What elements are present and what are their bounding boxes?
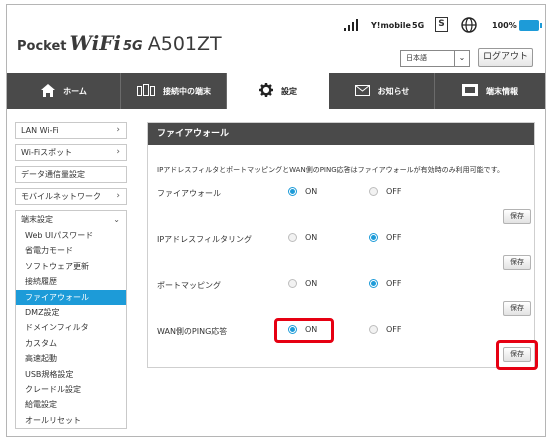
page-title: ファイアウォール xyxy=(148,123,534,145)
radio-label: OFF xyxy=(386,187,402,196)
battery-icon xyxy=(519,20,542,31)
wan-ping-off-radio[interactable]: OFF xyxy=(369,325,402,334)
sidebar-group-device-settings: 端末設定 ⌄ Web UIパスワード 省電力モード ソフトウェア更新 接続履歴 … xyxy=(15,210,127,430)
header: Pocket WiFi 5G A501ZT Y!mobile 5G S 100% xyxy=(7,5,545,73)
sidebar-item-dmz[interactable]: DMZ設定 xyxy=(16,305,126,320)
tab-notifications[interactable]: お知らせ xyxy=(329,73,435,109)
tab-settings-label: 設定 xyxy=(281,86,297,96)
port-mapping-label: ポートマッピング xyxy=(157,281,221,290)
ip-filter-off-radio[interactable]: OFF xyxy=(369,233,402,242)
sidebar-item-fast-boot[interactable]: 高速起動 xyxy=(16,351,126,366)
sim-icon: S xyxy=(435,17,448,32)
radio-label: ON xyxy=(305,233,318,242)
tab-connected-devices[interactable]: 接続中の端末 xyxy=(121,73,227,109)
chevron-right-icon: › xyxy=(116,125,120,135)
sidebar-item-cradle[interactable]: クレードル設定 xyxy=(16,382,126,397)
mail-icon xyxy=(354,84,370,98)
logout-button[interactable]: ログアウト xyxy=(478,48,533,67)
radio-label: ON xyxy=(305,187,318,196)
wan-ping-label: WAN側のPING応答 xyxy=(157,327,228,336)
tab-settings[interactable]: 設定 xyxy=(227,73,329,109)
port-mapping-save-button[interactable]: 保存 xyxy=(503,301,531,316)
chevron-right-icon: › xyxy=(116,147,120,157)
sidebar-item-custom[interactable]: カスタム xyxy=(16,336,126,351)
sidebar-item-wifi-spot[interactable]: Wi-Fiスポット › xyxy=(15,144,127,161)
language-value: 日本語 xyxy=(406,54,427,62)
firewall-description: IPアドレスフィルタとポートマッピングとWAN側のPING応答はファイアウォール… xyxy=(157,166,504,174)
chevron-down-icon: ⌄ xyxy=(454,51,469,66)
radio-button xyxy=(288,233,297,242)
logo-5g: 5G xyxy=(123,39,143,54)
sidebar-item-label: モバイルネットワーク xyxy=(21,192,101,201)
battery-percent: 100% xyxy=(492,20,517,30)
logo-wifi: WiFi xyxy=(69,31,122,55)
tab-home[interactable]: ホーム xyxy=(7,73,121,109)
device-info-icon xyxy=(462,84,478,98)
firewall-panel: ファイアウォール IPアドレスフィルタとポートマッピングとWAN側のPING応答… xyxy=(147,122,538,370)
port-mapping-off-radio[interactable]: OFF xyxy=(369,279,402,288)
highlight-save-button xyxy=(496,340,538,370)
firewall-label: ファイアウォール xyxy=(157,189,221,198)
sidebar-item-label: データ通信量設定 xyxy=(21,170,85,179)
ip-filter-save-button[interactable]: 保存 xyxy=(503,255,531,270)
sidebar-item-lan-wifi[interactable]: LAN Wi-Fi › xyxy=(15,122,127,139)
tab-home-label: ホーム xyxy=(63,86,87,96)
tab-notifications-label: お知らせ xyxy=(377,86,410,96)
sidebar-item-webui-password[interactable]: Web UIパスワード xyxy=(16,228,126,243)
sidebar-item-power-saving[interactable]: 省電力モード xyxy=(16,243,126,258)
sidebar-item-label: LAN Wi-Fi xyxy=(21,126,59,135)
network-type: 5G xyxy=(412,20,425,30)
radio-label: ON xyxy=(305,279,318,288)
radio-button xyxy=(288,187,297,196)
port-mapping-on-radio[interactable]: ON xyxy=(288,279,317,288)
tab-device-info[interactable]: 端末情報 xyxy=(435,73,545,109)
highlight-on-option xyxy=(274,318,334,343)
home-icon xyxy=(41,83,56,99)
language-select[interactable]: 日本語 ⌄ xyxy=(400,50,470,67)
ip-filter-on-radio[interactable]: ON xyxy=(288,233,317,242)
sidebar-item-label: Wi-Fiスポット xyxy=(21,148,73,157)
sidebar-item-software-update[interactable]: ソフトウェア更新 xyxy=(16,259,126,274)
sidebar: LAN Wi-Fi › Wi-Fiスポット › データ通信量設定 モバイルネット… xyxy=(15,122,127,430)
tab-device-info-label: 端末情報 xyxy=(486,86,518,96)
browser-frame: Pocket WiFi 5G A501ZT Y!mobile 5G S 100% xyxy=(6,4,546,437)
main-nav: ホーム 接続中の端末 設定 お知らせ 端末情報 xyxy=(7,73,545,109)
logo-model: A501ZT xyxy=(147,33,222,55)
devices-icon xyxy=(137,84,155,98)
radio-label: OFF xyxy=(386,233,402,242)
tab-connected-devices-label: 接続中の端末 xyxy=(163,86,211,96)
sidebar-item-domain-filter[interactable]: ドメインフィルタ xyxy=(16,320,126,335)
ip-filter-label: IPアドレスフィルタリング xyxy=(157,235,253,244)
radio-button xyxy=(369,233,378,242)
sidebar-item-power-supply[interactable]: 給電設定 xyxy=(16,397,126,412)
sidebar-item-data-usage[interactable]: データ通信量設定 xyxy=(15,166,127,183)
carrier-name: Y!mobile xyxy=(371,20,411,30)
sidebar-item-mobile-network[interactable]: モバイルネットワーク › xyxy=(15,188,127,205)
chevron-right-icon: › xyxy=(116,191,120,201)
signal-bars-icon xyxy=(344,17,358,33)
chevron-down-icon: ⌄ xyxy=(113,215,120,224)
sidebar-item-connection-history[interactable]: 接続履歴 xyxy=(16,274,126,289)
firewall-on-radio[interactable]: ON xyxy=(288,187,317,196)
globe-icon xyxy=(461,17,477,33)
sidebar-item-firewall[interactable]: ファイアウォール xyxy=(16,289,126,305)
radio-button xyxy=(369,325,378,334)
sidebar-item-usb-standard[interactable]: USB規格設定 xyxy=(16,367,126,382)
sidebar-group-label: 端末設定 xyxy=(21,215,53,224)
radio-button xyxy=(369,187,378,196)
firewall-off-radio[interactable]: OFF xyxy=(369,187,402,196)
radio-button xyxy=(288,279,297,288)
radio-button xyxy=(369,279,378,288)
gear-icon xyxy=(259,83,273,99)
product-logo: Pocket WiFi 5G A501ZT xyxy=(17,31,222,55)
radio-label: OFF xyxy=(386,279,402,288)
logo-pocket: Pocket xyxy=(17,39,67,54)
radio-label: OFF xyxy=(386,325,402,334)
firewall-save-button[interactable]: 保存 xyxy=(503,209,531,224)
sidebar-item-all-reset[interactable]: オールリセット xyxy=(16,413,126,428)
sidebar-group-header[interactable]: 端末設定 ⌄ xyxy=(16,211,126,228)
